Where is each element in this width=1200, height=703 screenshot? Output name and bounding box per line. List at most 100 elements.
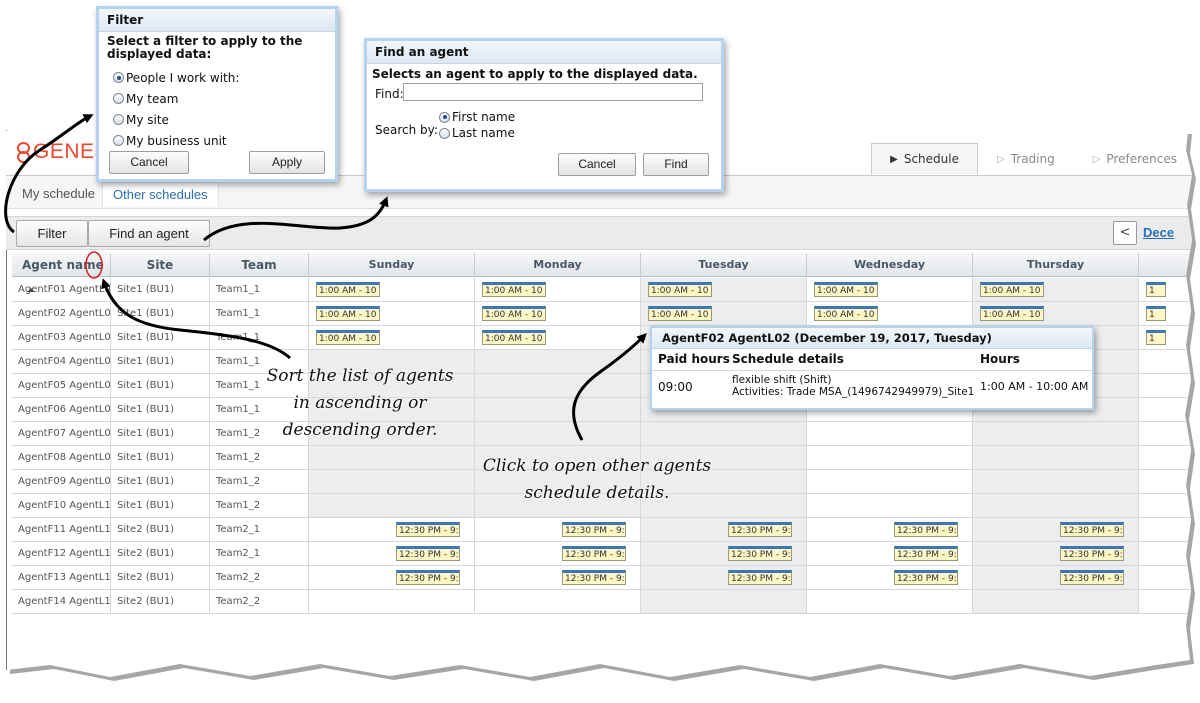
shift-block[interactable]: 1:00 AM - 10 <box>482 330 546 345</box>
day-cell-monday[interactable] <box>475 590 641 614</box>
day-cell-sunday[interactable] <box>309 446 475 470</box>
radio-icon[interactable] <box>439 127 450 139</box>
shift-block[interactable]: 12:30 PM - 9: <box>894 522 958 537</box>
day-cell-thursday[interactable]: 12:30 PM - 9: <box>973 518 1139 542</box>
day-cell-thursday[interactable]: 1:00 AM - 10 <box>973 302 1139 326</box>
column-header-agent-name[interactable]: Agent name <box>12 253 111 292</box>
day-cell-thursday[interactable] <box>973 422 1139 446</box>
find-cancel-button[interactable]: Cancel <box>558 153 636 176</box>
shift-block[interactable]: 12:30 PM - 9: <box>728 522 792 537</box>
shift-block[interactable]: 12:30 PM - 9: <box>728 546 792 561</box>
shift-block[interactable]: 12:30 PM - 9: <box>894 546 958 561</box>
day-cell-monday[interactable] <box>475 374 641 398</box>
radio-icon[interactable] <box>113 135 124 146</box>
day-cell-tuesday[interactable]: 1:00 AM - 10 <box>641 302 807 326</box>
day-cell-wednesday[interactable]: 1:00 AM - 10 <box>807 278 973 302</box>
shift-block[interactable]: 12:30 PM - 9: <box>396 570 460 585</box>
radio-icon[interactable] <box>113 93 124 104</box>
shift-block[interactable]: 1:00 AM - 10 <box>980 306 1044 321</box>
day-cell-monday[interactable]: 1:00 AM - 10 <box>475 326 641 350</box>
day-cell-wednesday[interactable]: 1:00 AM - 10 <box>807 302 973 326</box>
day-cell-tuesday[interactable]: 1:00 AM - 10 <box>641 278 807 302</box>
day-cell-wednesday[interactable] <box>807 470 973 494</box>
date-range-link[interactable]: Dece <box>1143 225 1174 240</box>
day-cell-tuesday[interactable] <box>641 590 807 614</box>
tab-schedule[interactable]: ▶ Schedule <box>871 143 978 175</box>
shift-block[interactable]: 12:30 PM - 9: <box>562 522 626 537</box>
day-cell-wednesday[interactable] <box>807 494 973 518</box>
filter-cancel-button[interactable]: Cancel <box>109 151 189 174</box>
filter-apply-button[interactable]: Apply <box>249 151 325 174</box>
day-cell-sunday[interactable]: 1:00 AM - 10 <box>309 278 475 302</box>
shift-block[interactable]: 1:00 AM - 10 <box>482 282 546 297</box>
day-cell-monday[interactable]: 1:00 AM - 10 <box>475 278 641 302</box>
day-cell-tuesday[interactable]: 12:30 PM - 9: <box>641 542 807 566</box>
day-cell-thursday[interactable]: 12:30 PM - 9: <box>973 542 1139 566</box>
day-cell-monday[interactable]: 12:30 PM - 9: <box>475 566 641 590</box>
day-cell-thursday[interactable] <box>973 446 1139 470</box>
shift-block[interactable]: 1:00 AM - 10 <box>648 282 712 297</box>
day-cell-thursday[interactable] <box>973 494 1139 518</box>
day-cell-monday[interactable]: 12:30 PM - 9: <box>475 518 641 542</box>
find-submit-button[interactable]: Find <box>643 153 709 176</box>
day-cell-wednesday[interactable]: 12:30 PM - 9: <box>807 566 973 590</box>
day-cell-thursday[interactable] <box>973 590 1139 614</box>
shift-block[interactable]: 1:00 AM - 10 <box>980 282 1044 297</box>
search-by-last-name[interactable]: Last name <box>439 125 515 141</box>
shift-block[interactable]: 1:00 AM - 10 <box>316 282 380 297</box>
column-header-site[interactable]: Site <box>111 253 210 277</box>
radio-icon[interactable] <box>113 114 124 125</box>
filter-option-team[interactable]: My team <box>113 88 239 109</box>
find-input[interactable] <box>403 83 703 101</box>
shift-block[interactable]: 12:30 PM - 9: <box>894 570 958 585</box>
filter-option-site[interactable]: My site <box>113 109 239 130</box>
shift-block[interactable]: 1:00 AM - 10 <box>814 282 878 297</box>
shift-block[interactable]: 1:00 AM - 10 <box>482 306 546 321</box>
day-cell-tuesday[interactable]: 12:30 PM - 9: <box>641 566 807 590</box>
shift-block[interactable]: 12:30 PM - 9: <box>1060 522 1124 537</box>
day-cell-sunday[interactable] <box>309 494 475 518</box>
search-by-first-name[interactable]: First name <box>439 109 515 125</box>
day-cell-wednesday[interactable] <box>807 590 973 614</box>
shift-block[interactable]: 1:00 AM - 10 <box>648 306 712 321</box>
shift-block[interactable]: 12:30 PM - 9: <box>1060 546 1124 561</box>
day-cell-sunday[interactable]: 1:00 AM - 10 <box>309 326 475 350</box>
shift-block[interactable]: 1 <box>1146 330 1166 345</box>
shift-block[interactable]: 1:00 AM - 10 <box>814 306 878 321</box>
day-cell-thursday[interactable] <box>973 470 1139 494</box>
day-cell-sunday[interactable] <box>309 590 475 614</box>
day-cell-wednesday[interactable]: 12:30 PM - 9: <box>807 542 973 566</box>
day-cell-monday[interactable]: 12:30 PM - 9: <box>475 542 641 566</box>
day-cell-monday[interactable] <box>475 350 641 374</box>
day-cell-monday[interactable] <box>475 422 641 446</box>
day-cell-wednesday[interactable] <box>807 422 973 446</box>
previous-week-button[interactable]: < <box>1113 221 1137 245</box>
shift-block[interactable]: 12:30 PM - 9: <box>728 570 792 585</box>
shift-block[interactable]: 1 <box>1146 282 1166 297</box>
find-agent-button[interactable]: Find an agent <box>88 220 210 247</box>
day-cell-sunday[interactable]: 12:30 PM - 9: <box>309 542 475 566</box>
tab-trading[interactable]: ▷ Trading <box>978 143 1074 175</box>
day-cell-thursday[interactable]: 12:30 PM - 9: <box>973 566 1139 590</box>
day-cell-tuesday[interactable]: 12:30 PM - 9: <box>641 518 807 542</box>
shift-block[interactable]: 12:30 PM - 9: <box>1060 570 1124 585</box>
shift-block[interactable]: 12:30 PM - 9: <box>396 522 460 537</box>
radio-selected-icon[interactable] <box>113 72 124 83</box>
filter-button[interactable]: Filter <box>16 220 88 247</box>
shift-block[interactable]: 1 <box>1146 306 1166 321</box>
shift-block[interactable]: 1:00 AM - 10 <box>316 306 380 321</box>
filter-option-people[interactable]: People I work with: <box>113 67 239 88</box>
day-cell-tuesday[interactable] <box>641 422 807 446</box>
day-cell-monday[interactable]: 1:00 AM - 10 <box>475 302 641 326</box>
shift-block[interactable]: 12:30 PM - 9: <box>562 570 626 585</box>
day-cell-thursday[interactable]: 1:00 AM - 10 <box>973 278 1139 302</box>
tab-my-schedule[interactable]: My schedule <box>12 182 105 206</box>
tab-other-schedules[interactable]: Other schedules <box>102 182 219 207</box>
day-cell-sunday[interactable]: 12:30 PM - 9: <box>309 518 475 542</box>
day-cell-sunday[interactable] <box>309 470 475 494</box>
day-cell-wednesday[interactable] <box>807 446 973 470</box>
shift-block[interactable]: 12:30 PM - 9: <box>562 546 626 561</box>
column-header-team[interactable]: Team <box>210 253 309 277</box>
day-cell-monday[interactable] <box>475 398 641 422</box>
filter-option-business-unit[interactable]: My business unit <box>113 130 239 151</box>
